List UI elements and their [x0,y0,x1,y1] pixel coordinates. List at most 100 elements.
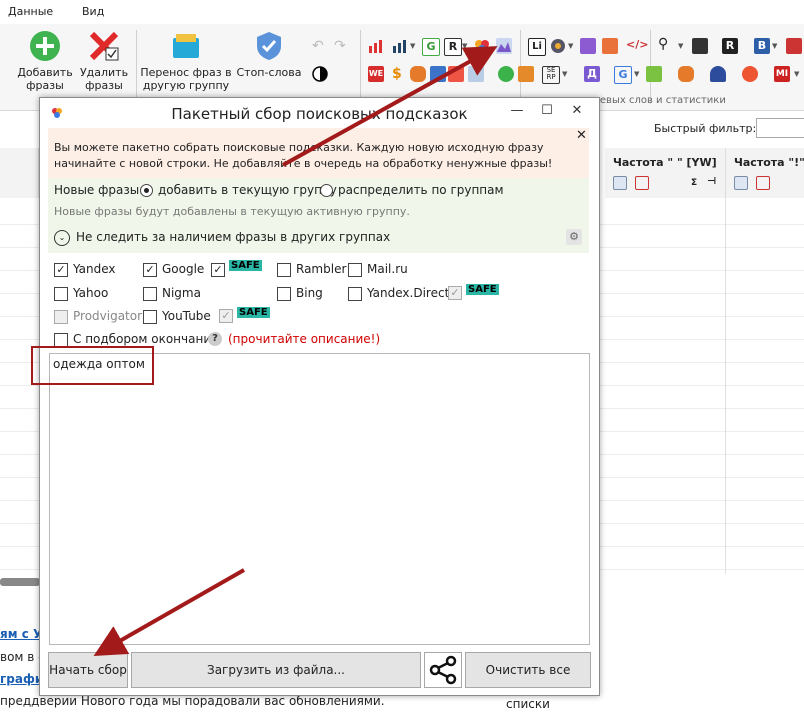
dialog-titlebar[interactable]: Пакетный сбор поисковых подсказок — ☐ ✕ [40,98,599,128]
sigma-icon[interactable]: Σ [691,178,697,188]
checkbox-youtube-safe[interactable]: ✓ [219,309,233,323]
phrases-textarea[interactable]: одежда оптом [49,353,590,645]
chevron-down-icon[interactable]: ▼ [678,42,683,50]
checkbox-prodvigator[interactable] [54,310,68,324]
chevron-down-icon[interactable]: ▼ [462,42,467,50]
bar-chart-blue-icon[interactable] [392,38,408,54]
add-phrases-button[interactable]: Добавить фразы [12,30,78,92]
move-phrases-button[interactable]: Перенос фраз в другую группу [140,30,232,92]
checkbox-endings[interactable] [54,333,68,347]
contrast-icon[interactable] [312,66,328,85]
chevron-down-icon[interactable]: ▼ [410,42,415,50]
chevron-down-icon[interactable]: ▼ [562,70,567,78]
li-icon[interactable]: Li [528,38,546,56]
serp-icon[interactable]: SE RP [542,66,560,84]
source-bing-label: Bing [296,286,323,300]
chevron-down-icon[interactable]: ▼ [568,42,573,50]
bar-chart-red-icon[interactable] [368,38,384,54]
image-chart-icon[interactable] [496,38,512,54]
radio-distribute-groups[interactable] [320,184,333,197]
sun-icon[interactable] [742,66,758,82]
minimize-icon[interactable]: — [502,98,532,124]
undo-icon[interactable]: ↶ [312,38,324,54]
start-collecting-button[interactable]: Начать сбор [48,652,128,688]
checkbox-yandex-direct-safe[interactable]: ✓ [448,286,462,300]
quick-filter-label: Быстрый фильтр: [654,122,757,135]
hand-icon[interactable] [410,66,426,82]
checkbox-rambler[interactable] [277,263,291,277]
checkbox-google-safe[interactable]: ✓ [211,263,225,277]
google-blue-icon[interactable]: G [614,66,632,84]
we-icon[interactable]: WE [368,66,384,82]
quick-filter-input[interactable] [756,118,804,138]
delete-x-icon [88,30,120,62]
checkbox-mailru[interactable] [348,263,362,277]
green-circle-icon[interactable] [498,66,514,82]
r-icon[interactable]: R [444,38,462,56]
checkbox-yandex[interactable]: ✓ [54,263,68,277]
annotation-highlight-box [31,346,154,385]
b-icon[interactable]: B [754,38,770,54]
hand-red-icon[interactable] [448,66,464,82]
menu-view[interactable]: Вид [82,5,104,18]
link-icon[interactable] [430,66,446,82]
maximize-icon[interactable]: ☐ [532,98,562,124]
filter-bar: Быстрый фильтр: [596,112,804,144]
source-nigma-label: Nigma [162,286,201,300]
close-icon[interactable]: ✕ [562,98,592,124]
filter-icon[interactable] [734,176,748,190]
menu-data[interactable]: Данные [8,5,53,18]
checkbox-yahoo[interactable] [54,287,68,301]
map-icon[interactable] [518,66,534,82]
checkbox-bing[interactable] [277,287,291,301]
column-header-freq-quote[interactable]: Частота " " [YW] Σ ⊣ [605,148,726,198]
r-black-icon[interactable]: R [722,38,738,54]
spy-icon[interactable] [710,66,726,82]
ribbon-separator [136,30,137,104]
delete-phrases-button[interactable]: Удалить фразы [74,30,134,92]
column-header-check[interactable] [0,148,39,198]
clear-all-lists-button[interactable]: Очистить все списки [465,652,591,711]
pin-icon[interactable]: ⊣ [707,176,716,187]
gear-icon[interactable]: ⚙ [566,229,582,245]
help-icon[interactable]: ? [208,332,222,346]
google-g-icon[interactable]: G [422,38,440,56]
move-phrases-label: Перенос фраз в другую группу [140,66,232,92]
leaf-icon[interactable] [646,66,662,82]
filter-icon[interactable] [613,176,627,190]
code-icon[interactable]: </> [626,38,648,54]
horizontal-scrollbar[interactable] [0,578,40,586]
search-icon[interactable]: ⚲ [658,36,674,52]
mi-icon[interactable]: MI [774,66,790,82]
column-header-freq-excl[interactable]: Частота "!" [YW [726,148,804,198]
dollar-icon[interactable]: $ [392,66,408,82]
monitor-icon[interactable] [692,38,708,54]
load-from-file-button[interactable]: Загрузить из файла... [131,652,421,688]
redo-icon[interactable]: ↷ [334,38,346,54]
purple-chart-icon[interactable] [580,38,596,54]
grid-icon[interactable] [468,66,484,82]
target-icon[interactable] [550,38,566,54]
suggest-collector-icon[interactable] [474,38,490,54]
chevron-down-icon[interactable]: ▼ [772,42,777,50]
d-icon[interactable]: Д [584,66,600,82]
checkbox-youtube[interactable] [143,310,157,324]
trend-icon[interactable] [602,38,618,54]
checkbox-nigma[interactable] [143,287,157,301]
checkbox-google[interactable]: ✓ [143,263,157,277]
share-button[interactable] [424,652,462,688]
clear-filter-icon[interactable] [635,176,649,190]
track-groups-label[interactable]: Не следить за наличием фразы в других гр… [76,230,390,244]
column-header-label: Частота " " [YW] [613,156,717,169]
chevron-down-icon[interactable]: ▼ [794,70,799,78]
chevron-down-icon[interactable]: ▼ [634,70,639,78]
stop-words-button[interactable]: Стоп-слова [234,30,304,79]
hand-orange-icon[interactable] [678,66,694,82]
radio-add-current-group[interactable] [140,184,153,197]
red-app-icon[interactable] [786,38,802,54]
checkbox-yandex-direct[interactable] [348,287,362,301]
clear-filter-icon[interactable] [756,176,770,190]
chevron-down-icon[interactable]: ⌄ [54,230,70,246]
safe-badge: SAFE [237,307,270,318]
close-info-icon[interactable]: ✕ [576,128,587,144]
